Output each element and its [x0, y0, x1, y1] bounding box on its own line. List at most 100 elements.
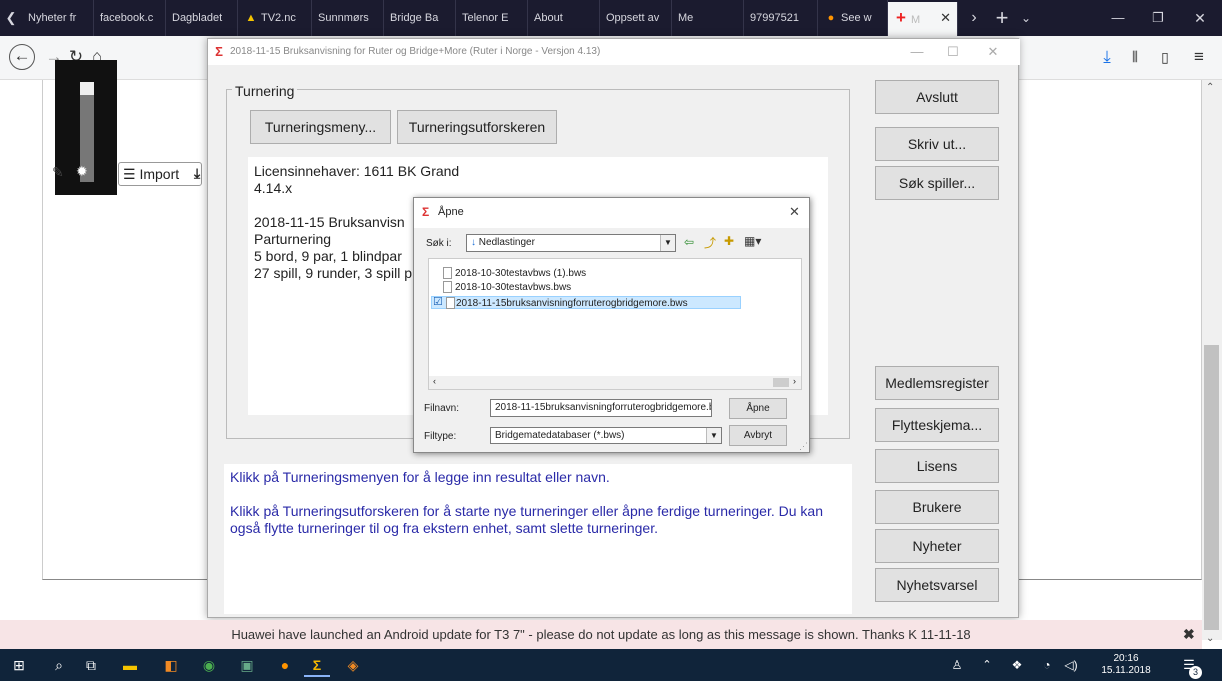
tab-bridge[interactable]: Bridge Ba	[384, 0, 456, 36]
file-item[interactable]: 2018-10-30testavbws.bws	[443, 281, 571, 294]
firefox-icon[interactable]: ●	[272, 653, 298, 677]
up-folder-icon[interactable]: ⤴	[704, 234, 716, 251]
close-tab-icon[interactable]: ✕	[940, 2, 951, 34]
file-item[interactable]: 2018-10-30testavbws (1).bws	[443, 267, 586, 280]
filetype-label: Filtype:	[424, 431, 457, 442]
scroll-up-icon[interactable]: ⌃	[1206, 82, 1214, 93]
dropbox-icon[interactable]: ❖	[1004, 653, 1030, 677]
tab-list-chevron-down-icon[interactable]: ⌄	[1012, 0, 1040, 36]
license-button[interactable]: Lisens	[875, 449, 999, 483]
help-message-2: Klikk på Turneringsutforskeren for å sta…	[230, 503, 823, 536]
users-button[interactable]: Brukere	[875, 490, 999, 524]
scroll-left-icon[interactable]: ‹	[433, 376, 436, 386]
checkbox-icon[interactable]: ☑	[433, 296, 443, 309]
news-button[interactable]: Nyheter	[875, 529, 999, 563]
dialog-title-bar: Σ Åpne ✕	[414, 198, 809, 228]
file-icon	[443, 267, 452, 279]
chevron-down-icon[interactable]: ▼	[706, 428, 721, 443]
cancel-button[interactable]: Avbryt	[729, 425, 787, 446]
move-schedule-button[interactable]: Flytteskjema...	[875, 408, 999, 442]
app-minimize-icon[interactable]: —	[900, 39, 934, 65]
scroll-right-icon[interactable]: ›	[793, 376, 796, 386]
filetype-select[interactable]: Bridgematedatabaser (*.bws) ▼	[490, 427, 722, 444]
tab-oppsett[interactable]: Oppsett av	[600, 0, 672, 36]
tab-scroll-left-icon[interactable]: ❮	[0, 0, 22, 36]
search-icon[interactable]: ⌕	[46, 653, 72, 677]
view-menu-icon[interactable]: ▦▾	[744, 234, 761, 248]
bridgemate-icon[interactable]: ◈	[340, 653, 366, 677]
tournament-explorer-button[interactable]: Turneringsutforskeren	[397, 110, 557, 144]
file-icon	[443, 281, 452, 293]
tab-facebook[interactable]: facebook.c	[94, 0, 166, 36]
filename-input[interactable]: 2018-11-15bruksanvisningforruterogbridge…	[490, 399, 712, 417]
tab-telenor[interactable]: Telenor E	[456, 0, 528, 36]
tab-scroll-right-icon[interactable]: ›	[960, 0, 988, 36]
warning-icon: ▲	[245, 12, 257, 24]
task-view-icon[interactable]: ⧉	[78, 653, 104, 677]
import-button[interactable]: ☰ Import	[118, 162, 202, 186]
ruter-sigma-icon[interactable]: Σ	[304, 653, 330, 677]
file-item-selected[interactable]: ☑ 2018-11-15bruksanvisningforruterogbridg…	[431, 296, 741, 309]
version-text: 4.14.x	[254, 180, 293, 196]
tab-nyheter[interactable]: Nyheter fr	[22, 0, 94, 36]
notification-bar: Huawei have launched an Android update f…	[0, 620, 1202, 649]
chrome-icon[interactable]: ◉	[196, 653, 222, 677]
sigma-app-icon: Σ	[215, 44, 223, 59]
browser-tab-strip: ❮ Nyheter fr facebook.c Dagbladet ▲ TV2.n…	[0, 0, 1222, 36]
show-hidden-icons-chevron-icon[interactable]: ⌃	[974, 653, 1000, 677]
dialog-close-icon[interactable]: ✕	[789, 204, 800, 220]
edit-icon[interactable]: ✎	[52, 164, 64, 181]
volume-icon[interactable]: ◁)	[1058, 653, 1084, 677]
notification-count-badge: 3	[1189, 666, 1202, 679]
tab-dagbladet[interactable]: Dagbladet	[166, 0, 238, 36]
chevron-down-icon[interactable]: ▼	[660, 235, 675, 251]
open-button[interactable]: Åpne	[729, 398, 787, 419]
close-window-icon[interactable]: ✕	[1186, 0, 1214, 36]
open-file-dialog: Σ Åpne ✕ Søk i: ↓ Nedlastinger ▼ ⇦ ⤴ ✚ ▦…	[413, 197, 810, 453]
brightness-icon[interactable]: ✹	[76, 163, 88, 180]
sidebar-icon[interactable]: ▯	[1152, 44, 1178, 70]
tab-sunnmorsposten[interactable]: Sunnmørs	[312, 0, 384, 36]
restore-icon[interactable]: ❐	[1144, 0, 1172, 36]
tab-tv2[interactable]: ▲ TV2.nc	[238, 0, 312, 36]
member-register-button[interactable]: Medlemsregister	[875, 366, 999, 400]
tournament-menu-button[interactable]: Turneringsmeny...	[250, 110, 391, 144]
new-folder-icon[interactable]: ✚	[724, 234, 734, 248]
wifi-icon[interactable]: ◔	[1034, 653, 1060, 677]
tab-active[interactable]: + M ✕	[888, 2, 958, 36]
horizontal-scrollbar[interactable]: ‹ ›	[429, 376, 801, 389]
tab-see[interactable]: ● See w	[818, 0, 888, 36]
scroll-down-icon[interactable]: ⌄	[1206, 633, 1214, 644]
sigma-dialog-icon: Σ	[422, 205, 430, 219]
tab-phone-number[interactable]: 97997521	[744, 0, 818, 36]
clock[interactable]: 20:16 15.11.2018	[1098, 653, 1154, 677]
app-maximize-icon[interactable]: ☐	[936, 39, 970, 65]
app-close-icon[interactable]: ✕	[976, 39, 1010, 65]
download-icon[interactable]: ⤓	[1094, 44, 1120, 70]
office-icon[interactable]: ◧	[158, 653, 184, 677]
back-folder-icon[interactable]: ⇦	[684, 235, 694, 249]
minimize-icon[interactable]: —	[1104, 0, 1132, 36]
look-in-combo[interactable]: ↓ Nedlastinger ▼	[466, 234, 676, 252]
tab-me[interactable]: Me	[672, 0, 744, 36]
menu-icon[interactable]: ≡	[1186, 44, 1212, 70]
scrollbar-thumb[interactable]	[773, 378, 789, 387]
library-icon[interactable]: ⫼	[1122, 44, 1148, 70]
scrollbar-thumb[interactable]	[1204, 345, 1219, 630]
resize-grip-icon[interactable]: ⋰	[799, 441, 808, 452]
brightness-slider-handle[interactable]	[80, 82, 94, 95]
file-list: 2018-10-30testavbws (1).bws 2018-10-30te…	[428, 258, 802, 390]
notification-close-icon[interactable]: ✖	[1183, 620, 1195, 649]
search-player-button[interactable]: Søk spiller...	[875, 166, 999, 200]
tab-about[interactable]: About	[528, 0, 600, 36]
exit-button[interactable]: Avslutt	[875, 80, 999, 114]
photos-icon[interactable]: ▣	[234, 653, 260, 677]
download-page-icon[interactable]: ⤓	[194, 162, 208, 186]
print-button[interactable]: Skriv ut...	[875, 127, 999, 161]
back-icon[interactable]: ←	[9, 44, 35, 70]
people-icon[interactable]: ♙	[944, 653, 970, 677]
windows-start-icon[interactable]: ⊞	[6, 653, 32, 677]
news-alert-button[interactable]: Nyhetsvarsel	[875, 568, 999, 602]
file-explorer-icon[interactable]: ▬	[117, 653, 143, 677]
download-folder-icon: ↓	[471, 237, 476, 248]
